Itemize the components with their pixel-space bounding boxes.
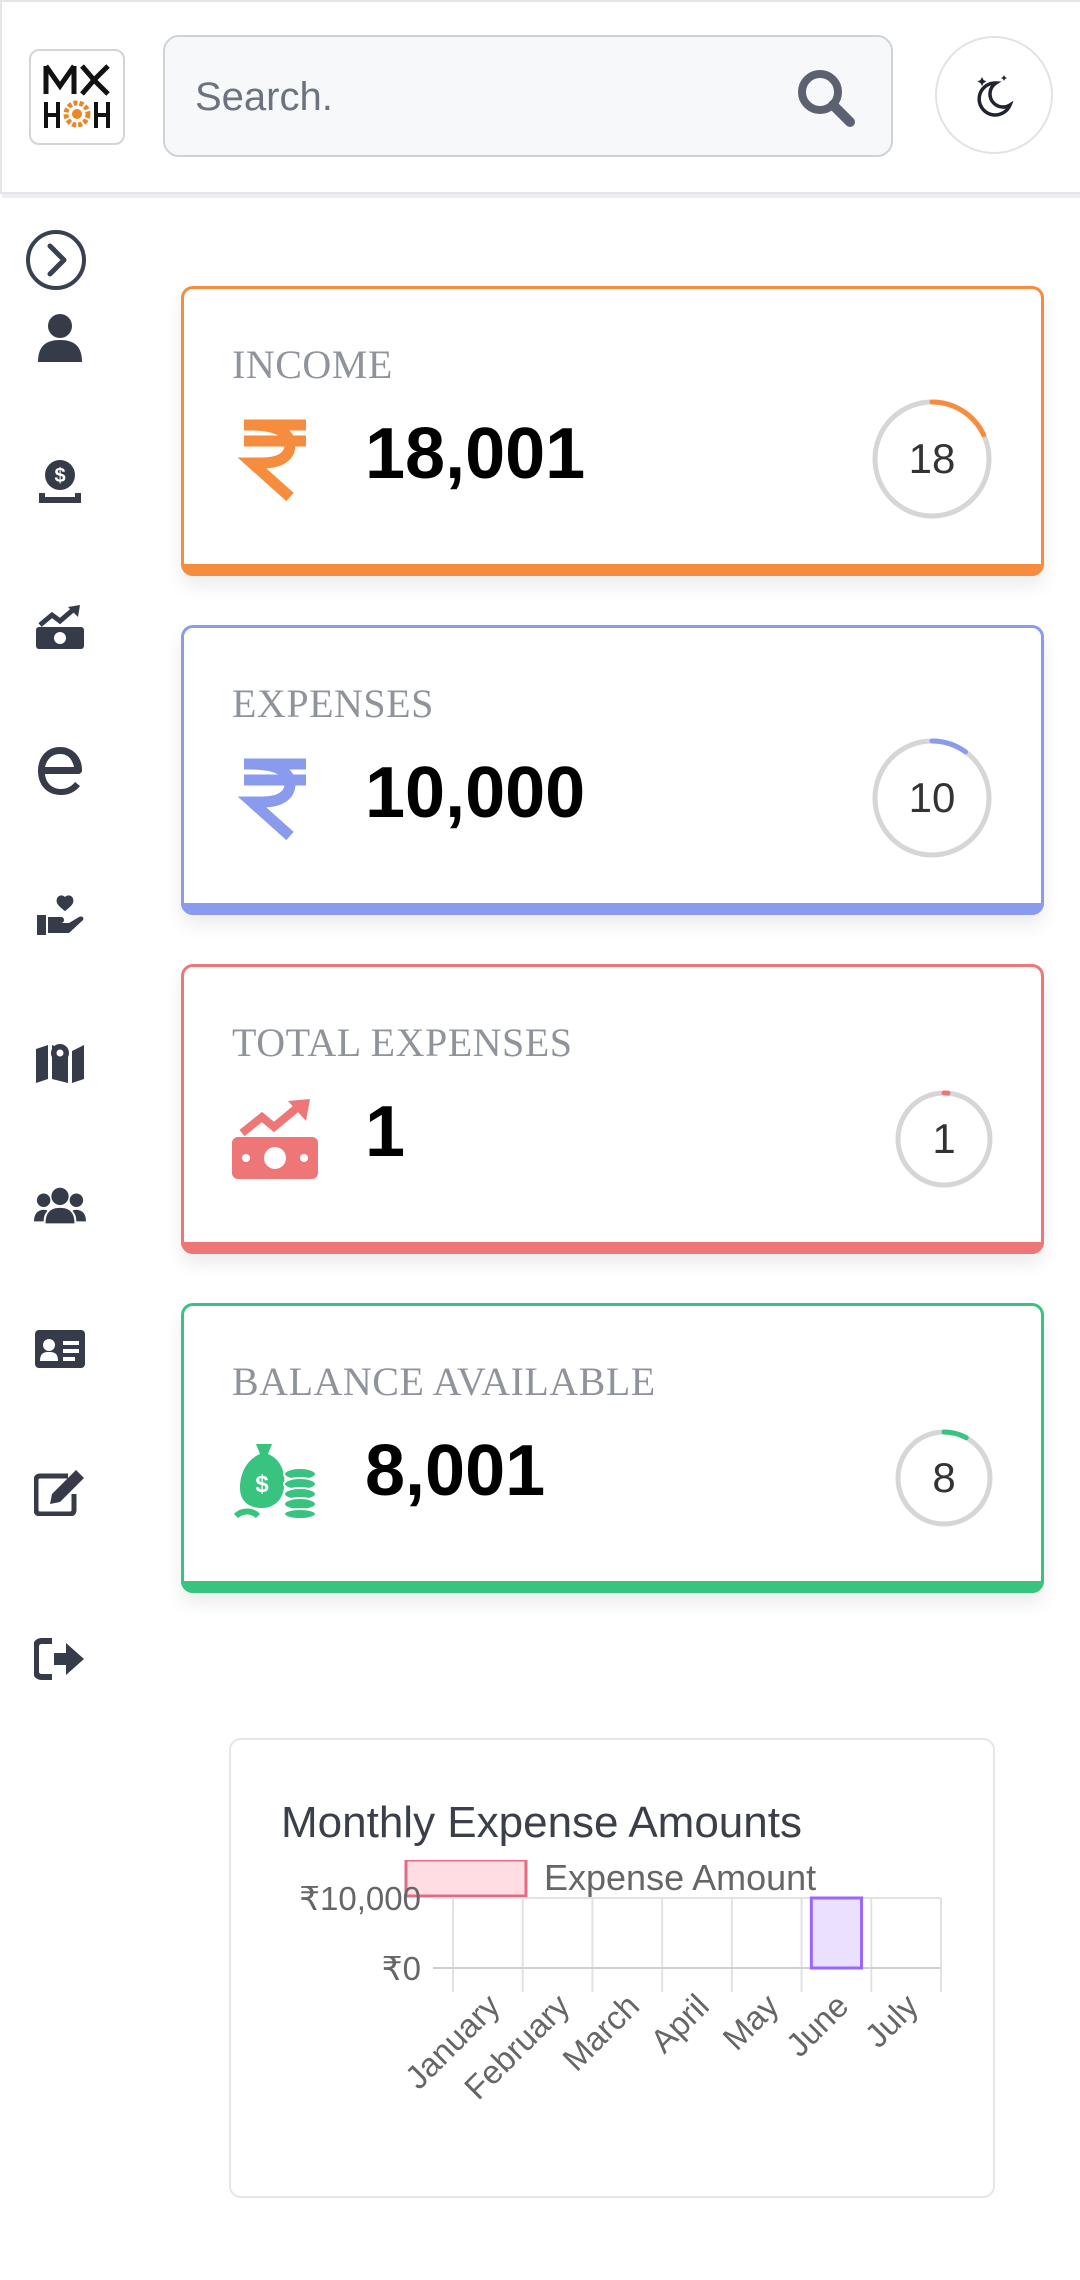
card-progress-ring: 1 (894, 1089, 994, 1189)
total-expenses-card[interactable]: TOTAL EXPENSES 1 1 (181, 964, 1044, 1254)
id-card-icon (35, 1330, 85, 1368)
map-location-icon (36, 1044, 84, 1083)
search-icon[interactable] (795, 67, 857, 129)
sidebar-item-map[interactable] (34, 1035, 86, 1087)
card-bottom-bar (181, 564, 1044, 576)
card-ring-value: 1 (932, 1115, 956, 1162)
sidebar-item-donate[interactable] (34, 890, 86, 942)
card-bottom-bar (181, 903, 1044, 915)
card-bottom-bar (181, 1581, 1044, 1593)
monthly-expense-chart: Expense Amount₹10,000₹0JanuaryFebruaryMa… (299, 1860, 942, 2106)
svg-text:$: $ (255, 1471, 269, 1498)
expenses-card[interactable]: EXPENSES 10,000 10 (181, 625, 1044, 915)
y-tick-label: ₹0 (382, 1950, 421, 1987)
bar-june (809, 1896, 864, 1970)
app-logo[interactable] (29, 49, 125, 145)
rupee-icon (237, 419, 306, 502)
sign-out-icon (34, 1638, 84, 1680)
sidebar-item-expenses[interactable] (34, 601, 86, 653)
letter-e-icon (38, 747, 82, 795)
legend-label: Expense Amount (544, 1860, 816, 1898)
card-ring-value: 10 (908, 774, 956, 821)
sidebar-item-e[interactable] (34, 745, 86, 797)
balance-available-card[interactable]: BALANCE AVAILABLE $ 8,001 8 (181, 1303, 1044, 1593)
sidebar-item-logout[interactable] (34, 1633, 86, 1685)
users-icon (34, 1187, 86, 1224)
rupee-icon (237, 758, 306, 841)
x-tick-label: March (555, 1987, 646, 2078)
logo-icon (43, 64, 110, 128)
money-trend-icon (36, 605, 84, 649)
card-value: 18,001 (365, 414, 586, 494)
search-input[interactable] (193, 37, 757, 157)
money-hand-icon: $ (39, 460, 81, 503)
income-card[interactable]: INCOME 18,001 18 (181, 286, 1044, 576)
x-tick-label: July (857, 1986, 925, 2054)
card-ring-value: 18 (908, 435, 956, 482)
search-box[interactable] (163, 35, 893, 157)
sidebar-item-income[interactable]: $ (34, 456, 86, 508)
svg-text:$: $ (54, 465, 65, 487)
card-value: 10,000 (365, 753, 586, 833)
money-trend-icon (232, 1099, 318, 1179)
card-label: INCOME (232, 342, 393, 387)
y-tick-label: ₹10,000 (299, 1880, 421, 1917)
moon-stars-icon (977, 75, 1014, 117)
card-bottom-bar (181, 1242, 1044, 1254)
legend-swatch (404, 1860, 528, 1898)
top-header (0, 0, 1080, 198)
edit-icon (34, 1470, 84, 1516)
money-bag-coins-icon: $ (233, 1444, 317, 1520)
x-tick-label: April (643, 1987, 716, 2060)
sidebar-item-user[interactable] (34, 312, 86, 364)
card-label: TOTAL EXPENSES (232, 1020, 573, 1065)
chart-title: Monthly Expense Amounts (281, 1798, 802, 1847)
hand-heart-icon (37, 895, 84, 935)
sidebar-item-edit[interactable] (34, 1466, 86, 1518)
card-progress-ring: 10 (870, 736, 994, 860)
sidebar-item-users[interactable] (34, 1180, 86, 1232)
x-tick-label: June (779, 1987, 856, 2064)
chevron-right-circle-icon[interactable] (24, 228, 88, 292)
card-progress-ring: 8 (894, 1428, 994, 1528)
card-label: BALANCE AVAILABLE (232, 1359, 656, 1404)
monthly-expense-chart-card: Monthly Expense Amounts Expense Amount ₹1… (229, 1738, 995, 2198)
card-label: EXPENSES (232, 681, 434, 726)
user-icon (38, 314, 82, 362)
sidebar-item-id-card[interactable] (34, 1323, 86, 1375)
theme-toggle-button[interactable] (935, 36, 1053, 154)
card-progress-ring: 18 (870, 397, 994, 521)
card-value: 1 (365, 1092, 406, 1172)
card-ring-value: 8 (932, 1454, 956, 1501)
card-value: 8,001 (365, 1431, 546, 1511)
x-tick-label: May (715, 1986, 786, 2057)
